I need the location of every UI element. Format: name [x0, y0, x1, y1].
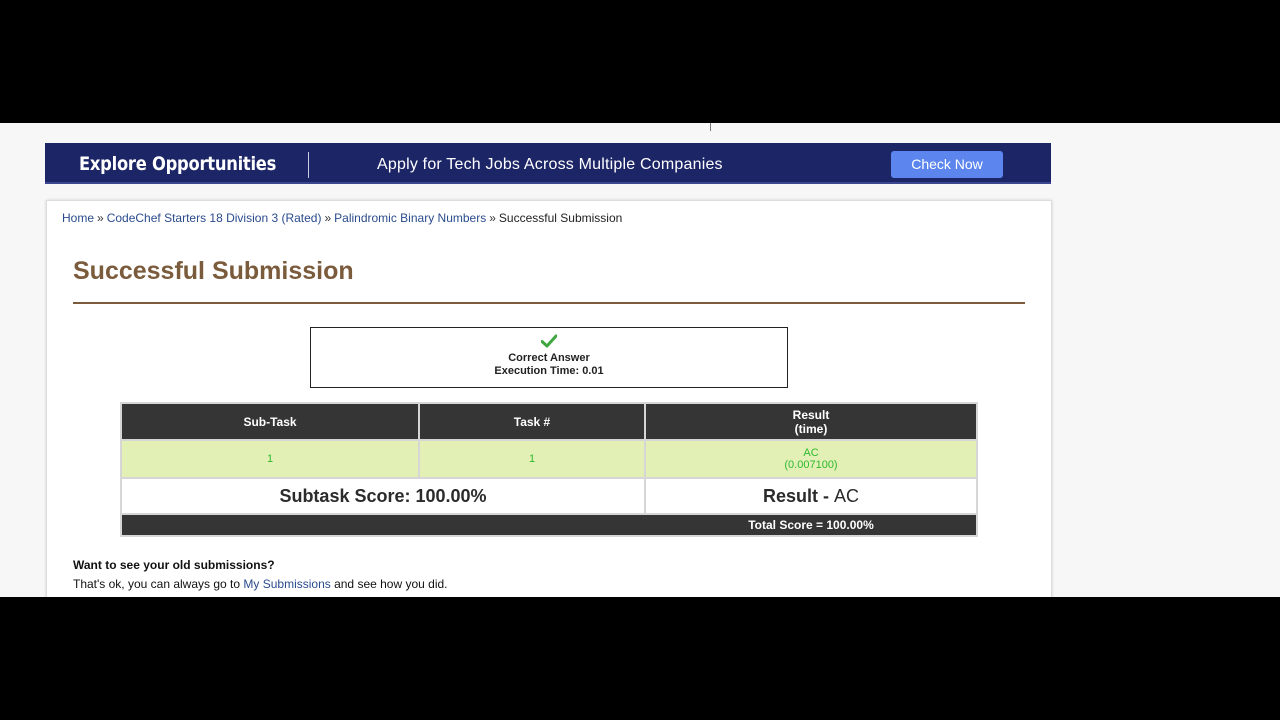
results-header-row: Sub-Task Task # Result (time): [120, 402, 978, 441]
cell-result: AC (0.007100): [644, 439, 978, 479]
verdict-status: Correct Answer: [508, 352, 590, 364]
old-submissions-before: That's ok, you can always go to: [73, 577, 244, 591]
header-result: Result (time): [644, 402, 978, 441]
browser-viewport: Explore Opportunities Apply for Tech Job…: [0, 123, 1280, 597]
header-subtask: Sub-Task: [120, 402, 420, 441]
breadcrumb-separator: »: [489, 211, 496, 225]
total-score: Total Score = 100.00%: [644, 513, 978, 537]
total-spacer: [120, 513, 646, 537]
breadcrumb-problem-link[interactable]: Palindromic Binary Numbers: [334, 211, 486, 225]
title-divider: [73, 302, 1025, 304]
header-result-time: (time): [794, 421, 828, 436]
result-summary-label: Result -: [762, 485, 834, 506]
banner-middle-text: Apply for Tech Jobs Across Multiple Comp…: [377, 156, 723, 173]
breadcrumb-contest-link[interactable]: CodeChef Starters 18 Division 3 (Rated): [107, 211, 322, 225]
header-task: Task #: [418, 402, 646, 441]
result-summary-value: AC: [834, 485, 860, 506]
result-summary: Result - AC: [644, 477, 978, 515]
total-row: Total Score = 100.00%: [120, 513, 978, 537]
page-title: Successful Submission: [73, 257, 354, 285]
text-caret: [710, 123, 711, 131]
cell-result-time: (0.007100): [784, 459, 838, 471]
cell-subtask: 1: [120, 439, 420, 479]
results-table: Sub-Task Task # Result (time) 1 1 AC (0.…: [120, 402, 978, 537]
subtask-score: Subtask Score: 100.00%: [120, 477, 646, 515]
check-now-button[interactable]: Check Now: [891, 151, 1003, 178]
table-row: 1 1 AC (0.007100): [120, 439, 978, 479]
breadcrumb: Home» CodeChef Starters 18 Division 3 (Ra…: [62, 211, 622, 225]
breadcrumb-current: Successful Submission: [498, 211, 623, 225]
old-submissions-text: That's ok, you can always go to My Submi…: [73, 577, 448, 591]
breadcrumb-separator: »: [324, 211, 332, 225]
score-row: Subtask Score: 100.00% Result - AC: [120, 477, 978, 515]
cell-task: 1: [418, 439, 646, 479]
old-submissions-question: Want to see your old submissions?: [73, 558, 275, 572]
my-submissions-link[interactable]: My Submissions: [243, 577, 330, 591]
header-result-label: Result: [792, 407, 830, 422]
breadcrumb-home-link[interactable]: Home: [62, 211, 94, 225]
check-icon: [311, 334, 787, 350]
execution-time: Execution Time: 0.01: [494, 365, 604, 377]
old-submissions-after: and see how you did.: [330, 577, 448, 591]
submission-card: Home» CodeChef Starters 18 Division 3 (Ra…: [46, 200, 1052, 597]
banner-divider: [308, 152, 309, 178]
banner-left-text: Explore Opportunities: [79, 153, 277, 175]
job-banner[interactable]: Explore Opportunities Apply for Tech Job…: [45, 143, 1051, 184]
cell-result-verdict: AC: [803, 447, 819, 459]
verdict-box: Correct Answer Execution Time: 0.01: [310, 327, 788, 388]
breadcrumb-separator: »: [97, 211, 104, 225]
